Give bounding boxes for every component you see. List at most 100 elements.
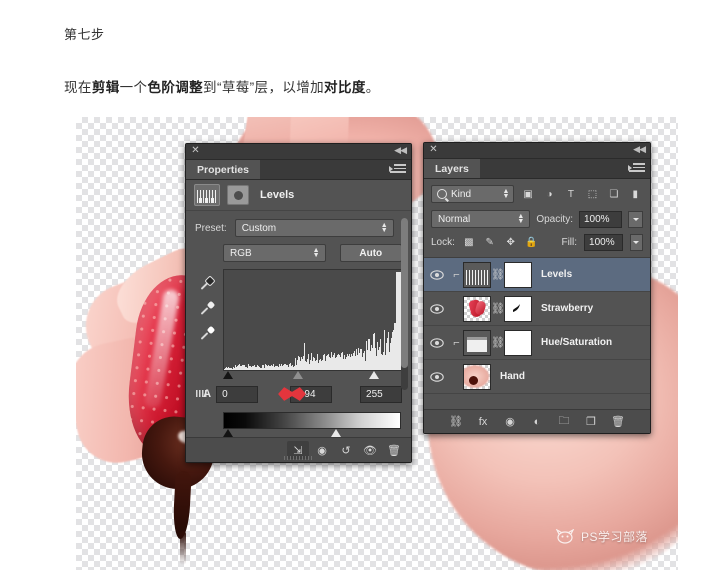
filter-smart-object-icon[interactable]: ❏ — [606, 187, 621, 202]
lock-label: Lock: — [431, 237, 455, 248]
mask-link-icon[interactable]: ⛓ — [491, 336, 505, 349]
opacity-field[interactable]: 100% — [579, 210, 622, 228]
filter-pixel-layers-icon[interactable]: ▣ — [520, 187, 535, 202]
delete-adjustment-button[interactable]: 🗑 — [383, 441, 405, 459]
panel-menu-icon[interactable] — [628, 163, 645, 174]
filter-toggle-icon[interactable]: ▮ — [628, 187, 643, 202]
clip-to-layer-icon[interactable]: A — [195, 387, 212, 403]
collapse-panel-icon[interactable]: ◀◀ — [633, 145, 646, 154]
properties-body: Preset: Custom ▲ ▼ RGB ▲ ▼ Auto A 0 0.94… — [186, 211, 411, 439]
fill-dropdown-icon[interactable] — [629, 234, 643, 251]
layer-list: ⌐ ⛓ Levels ⛓ Strawberry ⌐ ⛓ Hue/Saturati… — [424, 257, 650, 394]
add-layer-mask-button[interactable]: ◉ — [503, 414, 518, 429]
layer-thumbnail[interactable] — [463, 295, 491, 322]
lock-transparent-pixels-icon[interactable]: ▩ — [462, 235, 476, 250]
table-row[interactable]: ⛓ Strawberry — [424, 292, 650, 326]
new-adjustment-layer-button[interactable]: ◐ — [530, 414, 545, 429]
layer-visibility-icon[interactable] — [424, 303, 450, 314]
lock-position-icon[interactable]: ✥ — [504, 235, 518, 250]
channel-value: RGB — [230, 247, 252, 259]
para-bold-contrast: 对比度 — [324, 80, 366, 95]
output-black-slider[interactable] — [223, 429, 233, 437]
panel-resize-grip[interactable] — [283, 456, 314, 460]
layer-name: Hand — [500, 371, 525, 382]
layers-controls: Kind ▲ ▼ ▣ ◑ T ⬚ ❏ ▮ Normal ▲ ▼ Opacity: 1… — [424, 179, 650, 251]
input-white-slider[interactable] — [369, 371, 379, 379]
layer-name: Levels — [541, 269, 573, 280]
preset-value: Custom — [241, 222, 277, 234]
layer-mask-thumbnail[interactable] — [504, 329, 532, 356]
fill-label: Fill: — [561, 237, 578, 248]
new-group-button[interactable]: 🗀 — [557, 414, 572, 429]
table-row[interactable]: ⌐ ⛓ Levels — [424, 258, 650, 292]
lock-image-pixels-icon[interactable]: ✎ — [483, 235, 497, 250]
mask-link-icon[interactable]: ⛓ — [491, 302, 505, 315]
layer-visibility-icon[interactable] — [424, 269, 450, 280]
collapse-panel-icon[interactable]: ◀◀ — [394, 146, 407, 155]
filter-adjustment-layers-icon[interactable]: ◑ — [542, 187, 557, 202]
para-suffix: 。 — [365, 80, 380, 95]
para-mid1: 一个 — [119, 80, 148, 95]
output-white-slider[interactable] — [331, 429, 341, 437]
preset-row: Preset: Custom ▲ ▼ — [195, 219, 402, 237]
channel-select[interactable]: RGB ▲ ▼ — [223, 244, 326, 262]
table-row[interactable]: ⌐ ⛓ Hue/Saturation — [424, 326, 650, 360]
preset-select[interactable]: Custom ▲ ▼ — [234, 219, 394, 237]
layer-visibility-icon[interactable] — [424, 337, 450, 348]
close-icon[interactable]: ✕ — [191, 146, 200, 156]
filter-kind-select[interactable]: Kind ▲ ▼ — [431, 185, 515, 203]
properties-footer: ⇲ ◉ ↺ 👁 🗑 — [186, 437, 411, 462]
properties-scrollbar[interactable] — [401, 218, 408, 390]
set-gray-point-eyedropper-icon[interactable] — [199, 300, 215, 317]
input-black-field[interactable]: 0 — [216, 386, 259, 403]
link-layers-button[interactable]: ⛓ — [449, 414, 464, 429]
input-black-slider[interactable] — [223, 371, 233, 379]
layer-thumbnail[interactable] — [463, 261, 491, 288]
layer-mask-icon[interactable] — [227, 185, 249, 205]
cat-logo-icon — [555, 528, 575, 545]
properties-panel: ✕ ◀◀ Properties Levels Preset: Custom ▲ ▼ — [185, 143, 412, 463]
properties-tabbar: Properties — [186, 160, 411, 180]
levels-histogram-icon — [194, 184, 220, 206]
instruction-paragraph: 现在剪辑一个色阶调整到“草莓”层，以增加对比度。 — [64, 76, 664, 96]
layers-tabbar: Layers — [424, 159, 650, 179]
adjustment-title: Levels — [260, 189, 295, 201]
layer-mask-thumbnail[interactable] — [504, 295, 532, 322]
reset-button[interactable]: ↺ — [335, 441, 357, 459]
new-layer-button[interactable]: ❐ — [584, 414, 599, 429]
tab-layers[interactable]: Layers — [424, 159, 480, 178]
mask-link-icon[interactable]: ⛓ — [491, 268, 505, 281]
levels-histogram[interactable] — [223, 269, 402, 371]
filter-kind-value: Kind — [451, 188, 472, 200]
layer-mask-thumbnail[interactable] — [504, 261, 532, 288]
input-gamma-slider[interactable] — [293, 371, 303, 379]
filter-type-layers-icon[interactable]: T — [563, 187, 578, 202]
filter-shape-layers-icon[interactable]: ⬚ — [585, 187, 600, 202]
delete-layer-button[interactable]: 🗑 — [611, 414, 626, 429]
fill-field[interactable]: 100% — [584, 234, 623, 251]
blend-mode-value: Normal — [438, 213, 471, 225]
set-black-point-eyedropper-icon[interactable] — [199, 275, 216, 292]
layers-titlebar: ✕ ◀◀ — [424, 143, 650, 159]
clipping-mask-icon: ⌐ — [453, 336, 460, 349]
layer-thumbnail[interactable] — [463, 363, 491, 390]
blend-mode-select[interactable]: Normal ▲ ▼ — [431, 210, 531, 228]
tab-properties[interactable]: Properties — [186, 160, 260, 179]
input-levels-sliders — [223, 371, 401, 381]
layer-style-button[interactable]: fx — [476, 414, 491, 429]
histogram-area — [195, 269, 402, 371]
set-white-point-eyedropper-icon[interactable] — [199, 325, 215, 342]
photoshop-screenshot-canvas: ✕ ◀◀ Properties Levels Preset: Custom ▲ ▼ — [76, 117, 678, 570]
view-previous-state-button[interactable]: ◉ — [311, 441, 333, 459]
auto-button[interactable]: Auto — [339, 244, 402, 262]
close-icon[interactable]: ✕ — [429, 145, 438, 155]
opacity-dropdown-icon[interactable] — [628, 210, 643, 228]
toggle-visibility-button[interactable]: 👁 — [359, 441, 381, 459]
layer-visibility-icon[interactable] — [424, 371, 450, 382]
layer-thumbnail[interactable] — [463, 329, 491, 356]
table-row[interactable]: Hand — [424, 360, 650, 394]
input-white-field[interactable]: 255 — [360, 386, 402, 403]
article-text: 第七步 现在剪辑一个色阶调整到“草莓”层，以增加对比度。 — [64, 24, 664, 96]
panel-menu-icon[interactable] — [389, 164, 406, 175]
lock-all-icon[interactable]: 🔒 — [525, 235, 539, 250]
